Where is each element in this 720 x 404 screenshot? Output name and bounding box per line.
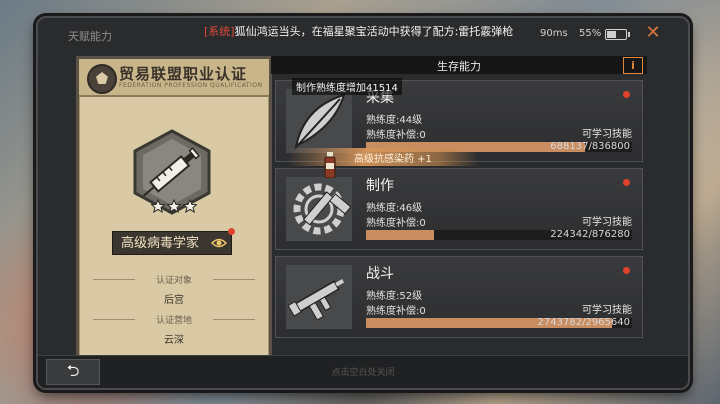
- skill-level: 熟练度:44级: [366, 115, 423, 126]
- eye-icon[interactable]: [211, 237, 227, 249]
- system-ticker: [系统]狐仙鸿运当头，在福星聚宝活动中获得了配方:雷托霰弹枪: [204, 23, 544, 39]
- close-hint: 点击空白处关闭: [331, 368, 395, 378]
- ping-readout: 90ms: [540, 28, 568, 39]
- skill-compensation: 熟练度补偿:0: [366, 306, 426, 317]
- certification-card: 贸易联盟职业认证 FEDERATION PROFESSION QUALIFICA…: [76, 56, 272, 360]
- skill-card-crafting[interactable]: 制作 熟练度:46级 熟练度补偿:0 可学习技能 224342/876280: [275, 168, 643, 250]
- item-gain-banner: 高级抗感染药 +1: [288, 148, 478, 166]
- skill-level: 熟练度:46级: [366, 203, 423, 214]
- skill-compensation: 熟练度补偿:0: [366, 218, 426, 229]
- notification-dot: [623, 91, 630, 98]
- battery-fill: [607, 31, 616, 38]
- gun-icon: [286, 265, 352, 329]
- battery-percent: 55%: [579, 28, 602, 39]
- federation-seal-icon: [87, 64, 117, 94]
- learnable-skill-label: 可学习技能: [582, 305, 632, 316]
- top-bar: 天赋能力 [系统]狐仙鸿运当头，在福星聚宝活动中获得了配方:雷托霰弹枪 90ms…: [38, 18, 688, 52]
- job-title-button[interactable]: 高级病毒学家: [112, 228, 235, 255]
- card-title: 贸易联盟职业认证: [119, 65, 248, 83]
- section-title: 生存能力: [437, 60, 481, 73]
- medicine-bottle-icon: [324, 152, 336, 178]
- skill-level: 熟练度:52级: [366, 291, 423, 302]
- target-value: 后宫: [164, 295, 184, 306]
- camp-label: 认证营地: [93, 313, 255, 326]
- learnable-skill-label: 可学习技能: [582, 129, 632, 140]
- skill-name: 战斗: [366, 266, 394, 282]
- ticker-text: 狐仙鸿运当头，在福星聚宝活动中获得了配方:雷托霰弹枪: [234, 25, 514, 38]
- leaf-icon: [286, 89, 352, 153]
- job-title: 高级病毒学家: [121, 236, 200, 251]
- notification-dot: [623, 267, 630, 274]
- target-label: 认证对象: [93, 273, 255, 286]
- skill-card-combat[interactable]: 战斗 熟练度:52级 熟练度补偿:0 可学习技能 2743782/2965640: [275, 256, 643, 338]
- ticker-tag: [系统]: [204, 25, 235, 38]
- info-button[interactable]: i: [623, 57, 643, 74]
- card-subtitle: FEDERATION PROFESSION QUALIFICATION: [119, 82, 263, 89]
- battery-icon: [605, 29, 630, 40]
- job-notification-dot: [228, 228, 235, 235]
- card-header: 贸易联盟职业认证 FEDERATION PROFESSION QUALIFICA…: [79, 59, 269, 97]
- camp-value: 云深: [164, 335, 184, 346]
- rank-stars-icon: [151, 199, 197, 213]
- talent-panel: 天赋能力 [系统]狐仙鸿运当头，在福星聚宝活动中获得了配方:雷托霰弹枪 90ms…: [36, 16, 690, 390]
- progress-fill: [366, 230, 435, 240]
- notification-dot: [623, 179, 630, 186]
- skill-progress-bar: 2743782/2965640: [366, 317, 632, 328]
- item-gain-text: 高级抗感染药 +1: [354, 154, 432, 165]
- gear-hammer-icon: [286, 177, 352, 241]
- skill-progress-bar: 224342/876280: [366, 229, 632, 240]
- progress-text: 688137/836800: [550, 141, 630, 152]
- progress-text: 224342/876280: [550, 229, 630, 240]
- close-button[interactable]: ✕: [642, 22, 664, 44]
- skill-compensation: 熟练度补偿:0: [366, 130, 426, 141]
- learnable-skill-label: 可学习技能: [582, 217, 632, 228]
- proficiency-gain-tooltip: 制作熟练度增加41514: [292, 78, 402, 95]
- progress-text: 2743782/2965640: [537, 317, 630, 328]
- section-header: 生存能力 i: [271, 56, 647, 74]
- skill-name: 制作: [366, 178, 394, 194]
- bottom-bar: ⮌ 点击空白处关闭: [38, 355, 688, 388]
- panel-title: 天赋能力: [68, 30, 112, 43]
